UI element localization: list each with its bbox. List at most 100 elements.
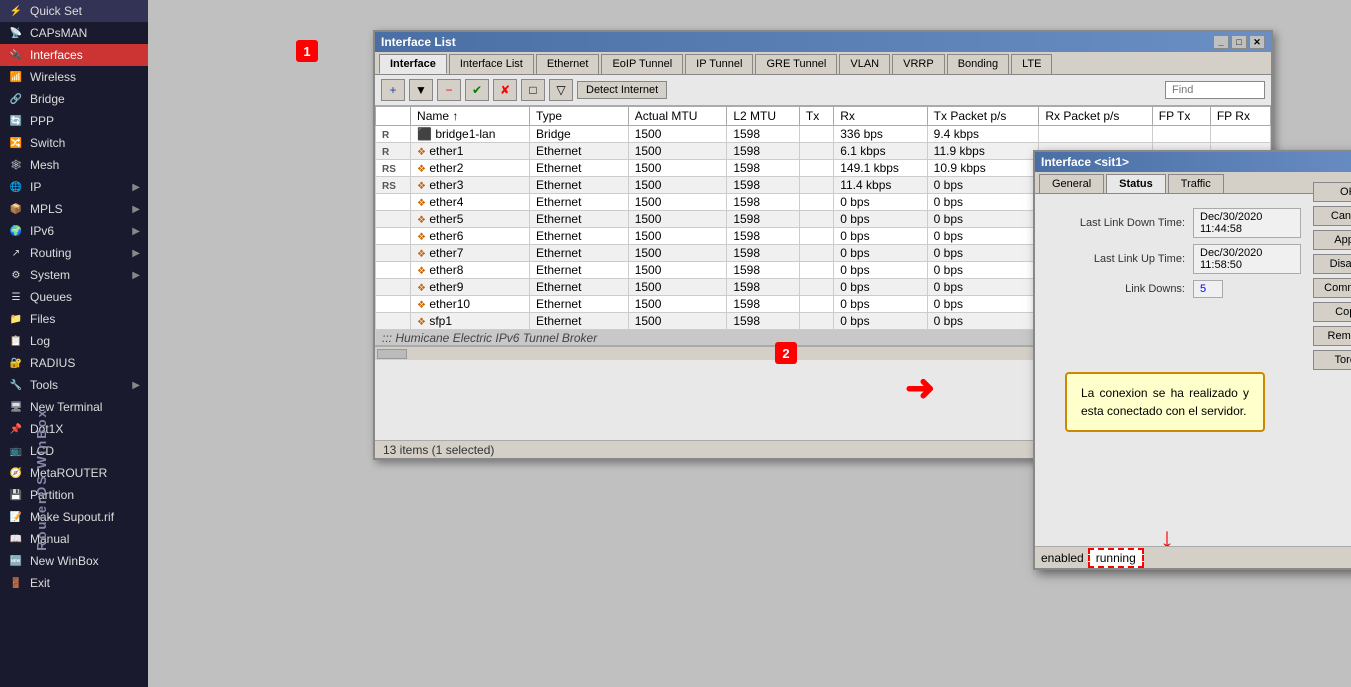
sidebar-item-capsman[interactable]: 📡 CAPsMAN bbox=[0, 22, 148, 44]
sidebar-item-label: System bbox=[30, 268, 70, 282]
find-input[interactable] bbox=[1165, 81, 1265, 99]
sidebar-item-bridge[interactable]: 🔗 Bridge bbox=[0, 88, 148, 110]
tab-interface-list[interactable]: Interface List bbox=[449, 54, 534, 74]
col-fp-rx[interactable]: FP Rx bbox=[1210, 107, 1270, 126]
table-row[interactable]: R ⬛ bridge1-lan Bridge 1500 1598 336 bps… bbox=[376, 126, 1271, 143]
row-flags bbox=[376, 296, 411, 313]
sidebar-item-partition[interactable]: 💾 Partition bbox=[0, 484, 148, 506]
remove-button[interactable]: − bbox=[437, 79, 461, 101]
disable-button[interactable]: Disable bbox=[1313, 254, 1351, 274]
sidebar-item-ip[interactable]: 🌐 IP ▶ bbox=[0, 176, 148, 198]
minimize-button[interactable]: _ bbox=[1213, 35, 1229, 49]
cancel-button[interactable]: Cancel bbox=[1313, 206, 1351, 226]
status-running: running bbox=[1088, 548, 1144, 568]
ok-button[interactable]: OK bbox=[1313, 182, 1351, 202]
tab-gre-tunnel[interactable]: GRE Tunnel bbox=[755, 54, 837, 74]
item-count: 13 items (1 selected) bbox=[383, 443, 494, 457]
sidebar-item-ppp[interactable]: 🔄 PPP bbox=[0, 110, 148, 132]
sidebar-item-new-winbox[interactable]: 🆕 New WinBox bbox=[0, 550, 148, 572]
col-flags[interactable] bbox=[376, 107, 411, 126]
copy-button[interactable]: □ bbox=[521, 79, 545, 101]
apply-button[interactable]: Apply bbox=[1313, 230, 1351, 250]
tab-general[interactable]: General bbox=[1039, 174, 1104, 193]
row-actual-mtu: 1500 bbox=[628, 126, 727, 143]
row-tx-pps: 0 bps bbox=[927, 296, 1039, 313]
col-name[interactable]: Name ↑ bbox=[411, 107, 530, 126]
chevron-right-icon: ▶ bbox=[132, 380, 140, 391]
row-type: Ethernet bbox=[530, 211, 629, 228]
sidebar-item-radius[interactable]: 🔐 RADIUS bbox=[0, 352, 148, 374]
sidebar-item-switch[interactable]: 🔀 Switch bbox=[0, 132, 148, 154]
sidebar-item-mesh[interactable]: 🕸 Mesh bbox=[0, 154, 148, 176]
log-icon: 📋 bbox=[8, 333, 24, 349]
disable-button[interactable]: ✘ bbox=[493, 79, 517, 101]
sidebar-item-queues[interactable]: ☰ Queues bbox=[0, 286, 148, 308]
tab-ip-tunnel[interactable]: IP Tunnel bbox=[685, 54, 753, 74]
remove-button[interactable]: Remove bbox=[1313, 326, 1351, 346]
col-type[interactable]: Type bbox=[530, 107, 629, 126]
sidebar-item-exit[interactable]: 🚪 Exit bbox=[0, 572, 148, 594]
col-l2-mtu[interactable]: L2 MTU bbox=[727, 107, 800, 126]
tab-vlan[interactable]: VLAN bbox=[839, 54, 890, 74]
sidebar-item-make-supout[interactable]: 📝 Make Supout.rif bbox=[0, 506, 148, 528]
torch-button[interactable]: Torch bbox=[1313, 350, 1351, 370]
sidebar-item-lcd[interactable]: 📺 LCD bbox=[0, 440, 148, 462]
col-actual-mtu[interactable]: Actual MTU bbox=[628, 107, 727, 126]
sidebar-item-wireless[interactable]: 📶 Wireless bbox=[0, 66, 148, 88]
enable-button[interactable]: ✔ bbox=[465, 79, 489, 101]
col-rx-pps[interactable]: Rx Packet p/s bbox=[1039, 107, 1152, 126]
close-button[interactable]: ✕ bbox=[1249, 35, 1265, 49]
sit1-dialog: Interface <sit1> _ ✕ General Status Traf… bbox=[1033, 150, 1351, 570]
last-link-up-time-label: Last Link Up Time: bbox=[1045, 253, 1185, 265]
row-l2-mtu: 1598 bbox=[727, 194, 800, 211]
tab-bonding[interactable]: Bonding bbox=[947, 54, 1009, 74]
row-tx-pps: 0 bps bbox=[927, 211, 1039, 228]
col-rx[interactable]: Rx bbox=[834, 107, 927, 126]
sidebar-item-quickset[interactable]: ⚡ Quick Set bbox=[0, 0, 148, 22]
tab-vrrp[interactable]: VRRP bbox=[892, 54, 945, 74]
row-tx-pps: 10.9 kbps bbox=[927, 160, 1039, 177]
sidebar-item-dot1x[interactable]: 📌 Dot1X bbox=[0, 418, 148, 440]
sidebar-item-new-terminal[interactable]: 🖥 New Terminal bbox=[0, 396, 148, 418]
interface-list-tabbar: Interface Interface List Ethernet EoIP T… bbox=[375, 52, 1271, 75]
add-dropdown-button[interactable]: ▼ bbox=[409, 79, 433, 101]
row-type: Ethernet bbox=[530, 194, 629, 211]
col-tx-pps[interactable]: Tx Packet p/s bbox=[927, 107, 1039, 126]
tab-interface[interactable]: Interface bbox=[379, 54, 447, 74]
copy-button[interactable]: Copy bbox=[1313, 302, 1351, 322]
maximize-button[interactable]: □ bbox=[1231, 35, 1247, 49]
row-flags bbox=[376, 279, 411, 296]
row-actual-mtu: 1500 bbox=[628, 194, 727, 211]
filter-button[interactable]: ▽ bbox=[549, 79, 573, 101]
detect-internet-button[interactable]: Detect Internet bbox=[577, 81, 667, 99]
sidebar-item-manual[interactable]: 📖 Manual bbox=[0, 528, 148, 550]
sidebar-item-interfaces[interactable]: 🔌 Interfaces bbox=[0, 44, 148, 66]
tab-traffic[interactable]: Traffic bbox=[1168, 174, 1224, 193]
tab-lte[interactable]: LTE bbox=[1011, 54, 1052, 74]
col-tx[interactable]: Tx bbox=[799, 107, 833, 126]
sidebar-item-log[interactable]: 📋 Log bbox=[0, 330, 148, 352]
scrollbar-thumb[interactable] bbox=[377, 349, 407, 359]
tab-eoip-tunnel[interactable]: EoIP Tunnel bbox=[601, 54, 683, 74]
tab-ethernet[interactable]: Ethernet bbox=[536, 54, 600, 74]
row-actual-mtu: 1500 bbox=[628, 143, 727, 160]
queues-icon: ☰ bbox=[8, 289, 24, 305]
row-name: ❖ ether3 bbox=[411, 177, 530, 194]
add-button[interactable]: + bbox=[381, 79, 405, 101]
sidebar: RouterOS WinBox ⚡ Quick Set 📡 CAPsMAN 🔌 … bbox=[0, 0, 148, 687]
sidebar-item-ipv6[interactable]: 🌍 IPv6 ▶ bbox=[0, 220, 148, 242]
sidebar-item-routing[interactable]: ↗ Routing ▶ bbox=[0, 242, 148, 264]
tab-status[interactable]: Status bbox=[1106, 174, 1166, 193]
sidebar-item-tools[interactable]: 🔧 Tools ▶ bbox=[0, 374, 148, 396]
row-tx bbox=[799, 194, 833, 211]
sidebar-item-files[interactable]: 📁 Files bbox=[0, 308, 148, 330]
comment-button[interactable]: Comment bbox=[1313, 278, 1351, 298]
row-actual-mtu: 1500 bbox=[628, 313, 727, 330]
sidebar-item-label: Interfaces bbox=[30, 48, 83, 62]
col-fp-tx[interactable]: FP Tx bbox=[1152, 107, 1210, 126]
sidebar-item-metarouter[interactable]: 🧭 MetaROUTER bbox=[0, 462, 148, 484]
row-actual-mtu: 1500 bbox=[628, 296, 727, 313]
sidebar-item-mpls[interactable]: 📦 MPLS ▶ bbox=[0, 198, 148, 220]
sidebar-item-system[interactable]: ⚙ System ▶ bbox=[0, 264, 148, 286]
row-name: ❖ ether8 bbox=[411, 262, 530, 279]
